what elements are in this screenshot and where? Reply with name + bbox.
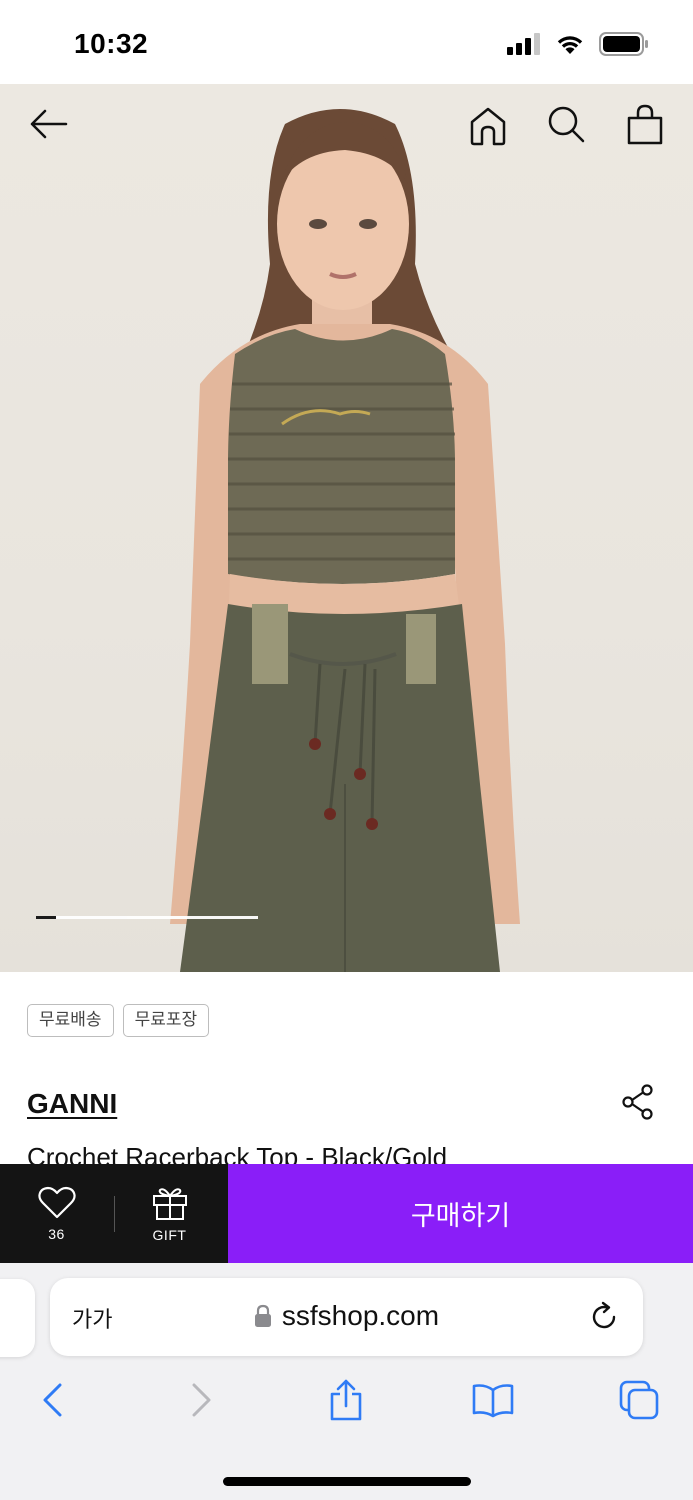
product-tags: 무료배송 무료포장 <box>27 1004 210 1037</box>
wifi-icon <box>557 36 583 54</box>
tabs-icon <box>619 1380 659 1420</box>
tag-free-shipping: 무료배송 <box>27 1004 114 1037</box>
gallery-progress-bar <box>36 916 258 919</box>
address-bar[interactable]: 가가 ssfshop.com <box>50 1278 643 1356</box>
browser-back-button[interactable] <box>27 1375 77 1425</box>
purchase-bar-divider <box>114 1196 115 1232</box>
purchase-bar-actions: 36 GIFT <box>0 1164 228 1263</box>
tag-free-wrapping: 무료포장 <box>122 1004 210 1037</box>
share-button[interactable] <box>618 1082 658 1122</box>
url-text: ssfshop.com <box>281 1300 440 1331</box>
status-time: 10:32 <box>74 28 149 59</box>
home-indicator <box>223 1477 471 1486</box>
home-button[interactable] <box>464 102 512 150</box>
browser-forward-button[interactable] <box>177 1375 227 1425</box>
like-button[interactable]: 36 <box>0 1164 113 1263</box>
like-count: 36 <box>48 1225 65 1242</box>
purchase-bar: 36 GIFT 구매하기 <box>0 1164 693 1263</box>
cart-button[interactable] <box>621 100 669 148</box>
reload-icon <box>592 1301 616 1329</box>
share-icon <box>622 1084 653 1120</box>
cellular-signal-icon <box>507 33 540 55</box>
buy-now-button[interactable]: 구매하기 <box>228 1164 693 1263</box>
gift-button[interactable]: GIFT <box>113 1164 226 1263</box>
gift-label: GIFT <box>152 1226 187 1243</box>
browser-share-button[interactable] <box>321 1375 371 1425</box>
reload-button[interactable] <box>587 1300 621 1334</box>
gallery-progress-fill <box>36 916 56 919</box>
bookmarks-button[interactable] <box>468 1375 518 1425</box>
status-bar: 10:32 <box>0 0 693 84</box>
brand-link[interactable]: GANNI <box>27 1088 117 1120</box>
chevron-left-icon <box>43 1383 62 1417</box>
battery-icon <box>599 32 648 56</box>
browser-chrome: 가가 ssfshop.com <box>0 1263 693 1500</box>
product-image-gallery[interactable] <box>0 84 693 972</box>
url-display[interactable]: ssfshop.com <box>50 1300 643 1332</box>
book-icon <box>472 1384 514 1418</box>
back-button[interactable] <box>24 100 72 148</box>
browser-toolbar <box>0 1375 693 1431</box>
shopping-bag-icon <box>627 104 663 145</box>
search-icon <box>548 106 585 143</box>
tabs-button[interactable] <box>614 1375 664 1425</box>
lock-icon <box>254 1304 271 1327</box>
status-icons <box>507 32 649 56</box>
product-photo <box>170 109 520 972</box>
share-upload-icon <box>330 1379 362 1421</box>
home-icon <box>470 107 506 146</box>
chevron-right-icon <box>192 1383 211 1417</box>
previous-tab-preview[interactable] <box>0 1279 35 1357</box>
search-button[interactable] <box>542 100 590 148</box>
arrow-left-icon <box>30 109 68 139</box>
heart-icon <box>37 1186 76 1218</box>
gift-icon <box>152 1187 187 1220</box>
product-name: Crochet Racerback Top - Black/Gold <box>27 1142 448 1165</box>
